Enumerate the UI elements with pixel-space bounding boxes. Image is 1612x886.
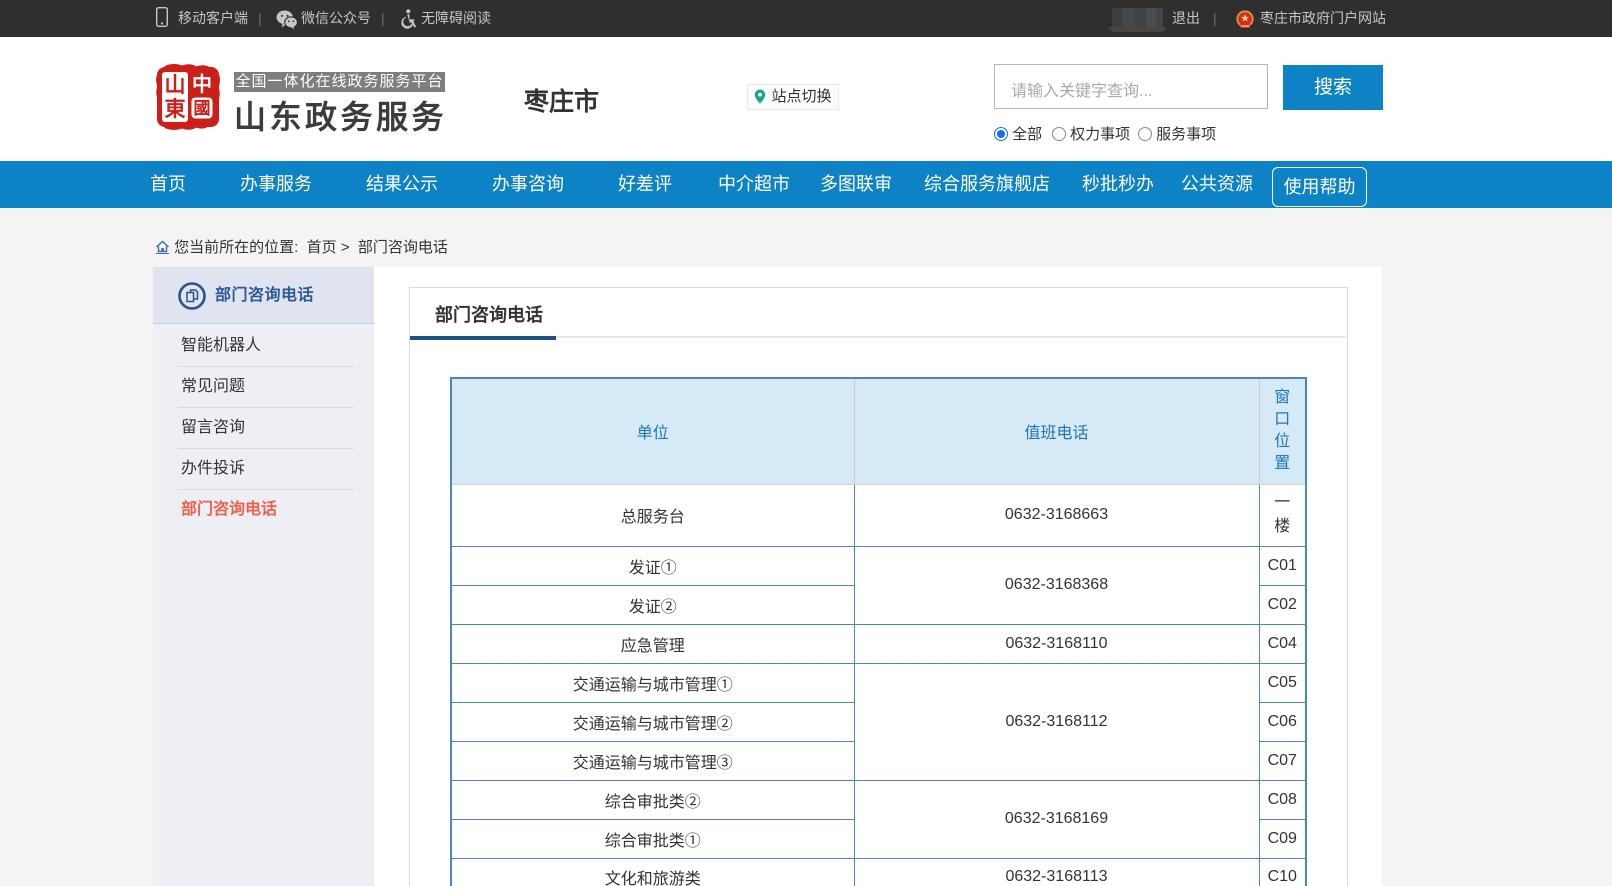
svg-text:東: 東 <box>165 97 186 121</box>
svg-text:國: 國 <box>194 99 211 118</box>
svg-text:山: 山 <box>165 73 186 97</box>
svg-text:中: 中 <box>192 72 212 96</box>
